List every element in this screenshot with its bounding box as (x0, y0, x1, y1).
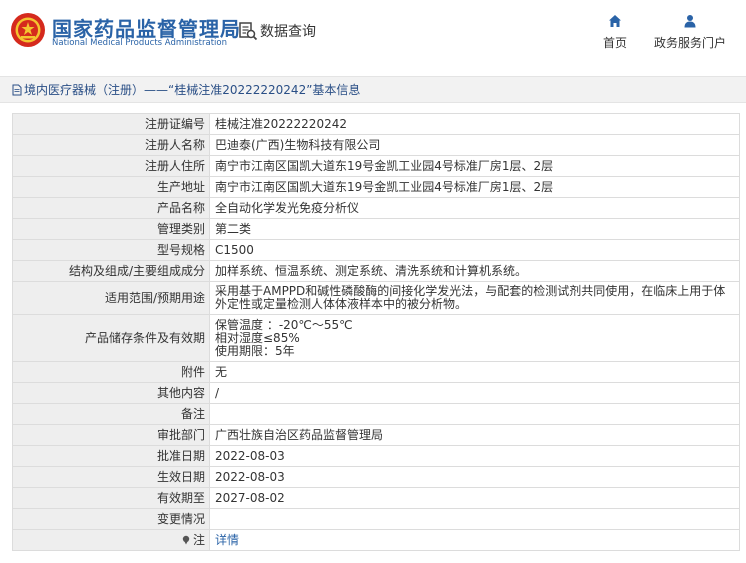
user-icon (684, 15, 696, 28)
field-value: 采用基于AMPPD和碱性磷酸酶的间接化学发光法，与配套的检测试剂共同使用，在临床… (209, 281, 740, 315)
table-row: 适用范围/预期用途 采用基于AMPPD和碱性磷酸酶的间接化学发光法，与配套的检测… (12, 281, 740, 315)
field-value: 南宁市江南区国凯大道东19号金凯工业园4号标准厂房1层、2层 (209, 155, 740, 177)
field-value: 桂械注准20222220242 (209, 113, 740, 135)
field-value: 全自动化学发光免疫分析仪 (209, 197, 740, 219)
field-value: C1500 (209, 239, 740, 261)
field-label: 注册证编号 (12, 113, 210, 135)
table-row: 注册人名称 巴迪泰(广西)生物科技有限公司 (12, 134, 740, 156)
field-label: 附件 (12, 361, 210, 383)
field-value: 第二类 (209, 218, 740, 240)
field-value: 无 (209, 361, 740, 383)
national-emblem-logo (11, 13, 45, 47)
table-row: 管理类别 第二类 (12, 218, 740, 240)
field-value (209, 508, 740, 530)
table-row: 产品储存条件及有效期 保管温度 ：-20℃～55℃ 相对湿度≤85% 使用期限：… (12, 314, 740, 362)
table-row: 型号规格 C1500 (12, 239, 740, 261)
data-query-label: 数据查询 (260, 24, 316, 40)
field-label: 变更情况 (12, 508, 210, 530)
table-row: 附件 无 (12, 361, 740, 383)
table-row: 生效日期 2022-08-03 (12, 466, 740, 488)
table-row: 注 详情 (12, 529, 740, 551)
field-label: 有效期至 (12, 487, 210, 509)
nav-home-label: 首页 (602, 36, 627, 50)
home-icon (609, 15, 621, 27)
field-value: 加样系统、恒温系统、测定系统、清洗系统和计算机系统。 (209, 260, 740, 282)
device-detail-table: 注册证编号 桂械注准20222220242 注册人名称 巴迪泰(广西)生物科技有… (12, 113, 740, 551)
field-value: 巴迪泰(广西)生物科技有限公司 (209, 134, 740, 156)
storage-line: 使用期限：5年 (215, 343, 295, 358)
field-value: 南宁市江南区国凯大道东19号金凯工业园4号标准厂房1层、2层 (209, 176, 740, 198)
table-row: 注册证编号 桂械注准20222220242 (12, 113, 740, 135)
table-row: 备注 (12, 403, 740, 425)
nav-service-label: 政务服务门户 (653, 36, 726, 50)
table-row: 其他内容 / (12, 382, 740, 404)
field-value (209, 403, 740, 425)
field-value: / (209, 382, 740, 404)
breadcrumb-text: 境内医疗器械（注册）——“桂械注准20222220242”基本信息 (24, 83, 361, 97)
site-title-en: National Medical Products Administration (52, 38, 227, 48)
breadcrumb: 境内医疗器械（注册）——“桂械注准20222220242”基本信息 (0, 76, 746, 103)
storage-line: 相对湿度≤85% (215, 330, 300, 345)
nav-service-portal[interactable]: 政务服务门户 (650, 14, 730, 51)
field-value: 2022-08-03 (209, 466, 740, 488)
field-value: 保管温度 ：-20℃～55℃ 相对湿度≤85% 使用期限：5年 (209, 314, 740, 362)
table-row: 有效期至 2027-08-02 (12, 487, 740, 509)
field-label: 审批部门 (12, 424, 210, 446)
pin-icon (182, 535, 190, 544)
table-row: 生产地址 南宁市江南区国凯大道东19号金凯工业园4号标准厂房1层、2层 (12, 176, 740, 198)
field-label: 备注 (12, 403, 210, 425)
note-label: 注 (192, 532, 205, 547)
field-value: 详情 (209, 529, 740, 551)
field-label: 其他内容 (12, 382, 210, 404)
field-label: 注册人住所 (12, 155, 210, 177)
storage-line: 保管温度 ：-20℃～55℃ (215, 317, 353, 332)
field-value: 2027-08-02 (209, 487, 740, 509)
field-label: 产品储存条件及有效期 (12, 314, 210, 362)
table-row: 批准日期 2022-08-03 (12, 445, 740, 467)
data-query-link[interactable]: 数据查询 (238, 20, 316, 42)
data-query-icon (239, 22, 258, 41)
site-header: 国家药品监督管理局 National Medical Products Admi… (0, 0, 746, 66)
field-value: 2022-08-03 (209, 445, 740, 467)
field-label: 注册人名称 (12, 134, 210, 156)
table-row: 审批部门 广西壮族自治区药品监督管理局 (12, 424, 740, 446)
field-label: 产品名称 (12, 197, 210, 219)
field-value: 广西壮族自治区药品监督管理局 (209, 424, 740, 446)
field-label: 生产地址 (12, 176, 210, 198)
table-row: 注册人住所 南宁市江南区国凯大道东19号金凯工业园4号标准厂房1层、2层 (12, 155, 740, 177)
field-label: 型号规格 (12, 239, 210, 261)
table-row: 结构及组成/主要组成成分 加样系统、恒温系统、测定系统、清洗系统和计算机系统。 (12, 260, 740, 282)
field-label: 批准日期 (12, 445, 210, 467)
document-icon (12, 84, 22, 95)
nav-home[interactable]: 首页 (599, 14, 631, 51)
field-label: 生效日期 (12, 466, 210, 488)
table-row: 产品名称 全自动化学发光免疫分析仪 (12, 197, 740, 219)
detail-link[interactable]: 详情 (215, 533, 239, 547)
table-row: 变更情况 (12, 508, 740, 530)
field-label: 结构及组成/主要组成成分 (12, 260, 210, 282)
field-label: 适用范围/预期用途 (12, 281, 210, 315)
field-label: 管理类别 (12, 218, 210, 240)
field-label: 注 (12, 529, 210, 551)
